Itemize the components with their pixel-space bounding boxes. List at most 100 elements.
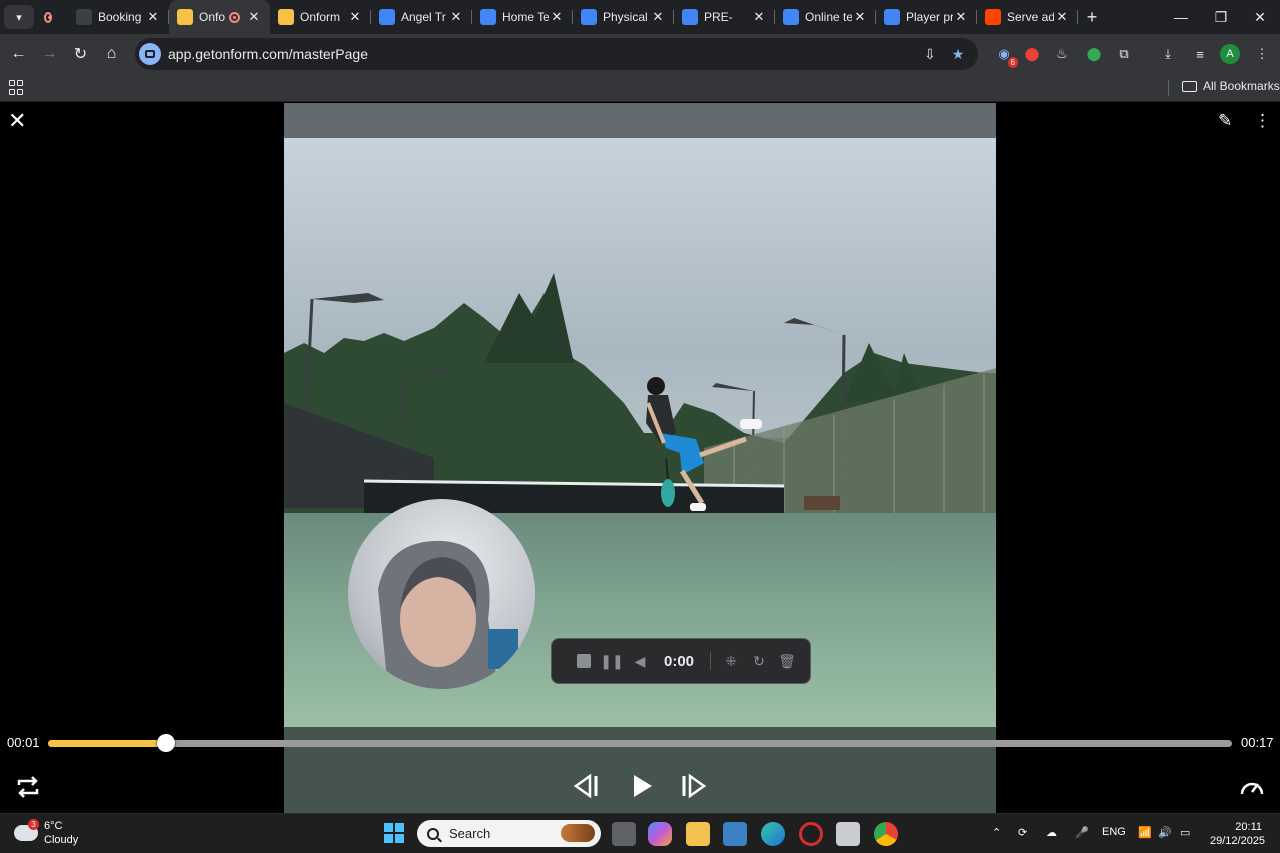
reddit-icon bbox=[985, 9, 1001, 25]
taskbar-search[interactable]: Search bbox=[417, 820, 601, 847]
tab-title: Home Te bbox=[502, 10, 549, 24]
tab-title: Online te bbox=[805, 10, 852, 24]
docs-icon bbox=[682, 9, 698, 25]
tab-close-icon[interactable]: ✕ bbox=[145, 9, 161, 25]
forward-button[interactable]: → bbox=[34, 39, 65, 69]
seek-bar[interactable] bbox=[48, 734, 1232, 752]
browser-tab[interactable]: Serve ad ✕ bbox=[977, 0, 1078, 34]
tab-close-icon[interactable]: ✕ bbox=[953, 9, 969, 25]
sync-icon[interactable]: ⟳ bbox=[1018, 826, 1027, 839]
bookmark-star-icon[interactable]: ★ bbox=[949, 45, 967, 63]
tab-title: Onfo bbox=[199, 10, 226, 24]
frame-back-icon[interactable] bbox=[571, 771, 601, 801]
tab-close-icon[interactable]: ✕ bbox=[549, 9, 565, 25]
apps-grid-icon[interactable] bbox=[9, 80, 25, 96]
install-app-icon[interactable]: ⇩ bbox=[921, 45, 939, 63]
video-frame[interactable] bbox=[284, 103, 996, 813]
file-explorer-icon[interactable] bbox=[686, 822, 710, 846]
search-label: Search bbox=[449, 826, 491, 841]
restore-button[interactable]: ❐ bbox=[1201, 0, 1241, 34]
browser-tab[interactable]: Home Te ✕ bbox=[472, 0, 573, 34]
extension-fire-icon[interactable]: ♨ bbox=[1052, 44, 1072, 64]
current-time: 00:01 bbox=[7, 735, 40, 750]
edge-icon[interactable] bbox=[761, 822, 785, 846]
back-button[interactable]: ← bbox=[3, 39, 34, 69]
ms-store-icon[interactable] bbox=[723, 822, 747, 846]
tab-title: Player pr bbox=[906, 10, 953, 24]
volume-icon[interactable]: 🔊 bbox=[1158, 826, 1172, 839]
windows-start-icon[interactable] bbox=[384, 823, 404, 843]
reload-button[interactable]: ↻ bbox=[65, 39, 96, 69]
battery-icon[interactable]: ▭ bbox=[1180, 826, 1190, 839]
browser-tab[interactable]: Online te ✕ bbox=[775, 0, 876, 34]
tab-close-icon[interactable]: ✕ bbox=[347, 9, 363, 25]
browser-tab[interactable]: PRE- ✕ bbox=[674, 0, 775, 34]
onedrive-icon[interactable]: ☁ bbox=[1046, 826, 1057, 839]
seek-thumb[interactable] bbox=[157, 734, 176, 752]
edit-pencil-icon[interactable]: ✎ bbox=[1218, 111, 1238, 131]
url-text: app.getonform.com/masterPage bbox=[168, 46, 368, 62]
tray-overflow-icon[interactable]: ⌃ bbox=[992, 826, 1001, 839]
tab-close-icon[interactable]: ✕ bbox=[246, 9, 262, 25]
all-bookmarks-button[interactable]: All Bookmarks bbox=[1182, 79, 1280, 93]
site-info-icon[interactable] bbox=[139, 43, 161, 65]
clock[interactable]: 20:11 29/12/2025 bbox=[1210, 820, 1266, 848]
browser-tab[interactable]: Player pr ✕ bbox=[876, 0, 977, 34]
tab-close-icon[interactable]: ✕ bbox=[1054, 9, 1070, 25]
copilot-icon[interactable] bbox=[648, 822, 672, 846]
tab-close-icon[interactable]: ✕ bbox=[751, 9, 767, 25]
opera-icon[interactable] bbox=[799, 822, 823, 846]
restart-record-icon[interactable]: ↻ bbox=[745, 651, 773, 671]
tab-search-button[interactable]: ▾ bbox=[4, 5, 34, 29]
tab-close-icon[interactable]: ✕ bbox=[852, 9, 868, 25]
close-window-button[interactable]: ✕ bbox=[1240, 0, 1280, 34]
new-tab-button[interactable]: + bbox=[1078, 7, 1106, 28]
minimize-button[interactable]: — bbox=[1161, 0, 1201, 34]
browser-tab[interactable]: Physical ✕ bbox=[573, 0, 674, 34]
delete-record-icon[interactable]: 🗑 bbox=[773, 651, 801, 671]
mute-record-button[interactable]: ◀ bbox=[626, 651, 654, 671]
language-label[interactable]: ENG bbox=[1102, 826, 1126, 838]
record-icon bbox=[44, 11, 52, 23]
close-icon[interactable]: ✕ bbox=[8, 110, 28, 132]
profile-avatar[interactable]: A bbox=[1220, 44, 1240, 64]
task-view-icon[interactable] bbox=[612, 822, 636, 846]
tab-close-icon[interactable]: ✕ bbox=[448, 9, 464, 25]
wifi-icon[interactable]: 📶 bbox=[1138, 826, 1152, 839]
media-controls-icon[interactable]: ≡ bbox=[1190, 44, 1210, 64]
browser-tab[interactable]: Onform ✕ bbox=[270, 0, 371, 34]
docs-icon bbox=[581, 9, 597, 25]
weather-badge: 3 bbox=[28, 819, 39, 830]
browser-menu-icon[interactable]: ⋮ bbox=[1252, 44, 1272, 64]
play-icon[interactable] bbox=[627, 771, 657, 801]
downloads-icon[interactable]: ⤓ bbox=[1158, 44, 1178, 64]
tab-close-icon[interactable]: ✕ bbox=[650, 9, 666, 25]
pause-record-button[interactable]: ❚❚ bbox=[598, 651, 626, 671]
home-button[interactable]: ⌂ bbox=[96, 39, 127, 69]
microphone-icon[interactable]: 🎤 bbox=[1075, 826, 1089, 839]
snipping-tool-icon[interactable] bbox=[836, 822, 860, 846]
browser-tab[interactable]: Onfo ✕ bbox=[169, 0, 270, 34]
more-options-icon[interactable]: ⋮ bbox=[1254, 111, 1271, 133]
extension-translate-icon[interactable]: ◉ 6 bbox=[994, 44, 1018, 68]
search-icon bbox=[427, 827, 439, 840]
tab-title: Serve ad bbox=[1007, 10, 1054, 24]
extension-alert-icon[interactable]: ⬤ bbox=[1022, 44, 1042, 64]
browser-tab[interactable]: Booking ✕ bbox=[68, 0, 169, 34]
chrome-icon[interactable] bbox=[874, 822, 898, 846]
seek-bar-progress bbox=[48, 740, 167, 747]
address-bar[interactable]: app.getonform.com/masterPage ⇩ ★ bbox=[135, 38, 978, 70]
frame-forward-icon[interactable] bbox=[679, 771, 709, 801]
browser-tab[interactable]: Angel Tr ✕ bbox=[371, 0, 472, 34]
record-timer: 0:00 bbox=[664, 652, 695, 670]
playback-speed-icon[interactable] bbox=[1238, 773, 1266, 801]
clock-date: 29/12/2025 bbox=[1210, 835, 1266, 847]
webcam-bubble[interactable] bbox=[348, 499, 535, 689]
loop-icon[interactable] bbox=[14, 773, 42, 801]
extensions-puzzle-icon[interactable]: ⧉ bbox=[1114, 44, 1134, 64]
stop-record-button[interactable] bbox=[570, 651, 598, 671]
extension-green-icon[interactable]: ⬤ bbox=[1084, 44, 1104, 64]
grid-icon[interactable]: ⁜ bbox=[717, 651, 745, 671]
recording-indicator[interactable] bbox=[34, 0, 68, 34]
weather-widget[interactable]: 3 6°C Cloudy bbox=[14, 819, 78, 847]
